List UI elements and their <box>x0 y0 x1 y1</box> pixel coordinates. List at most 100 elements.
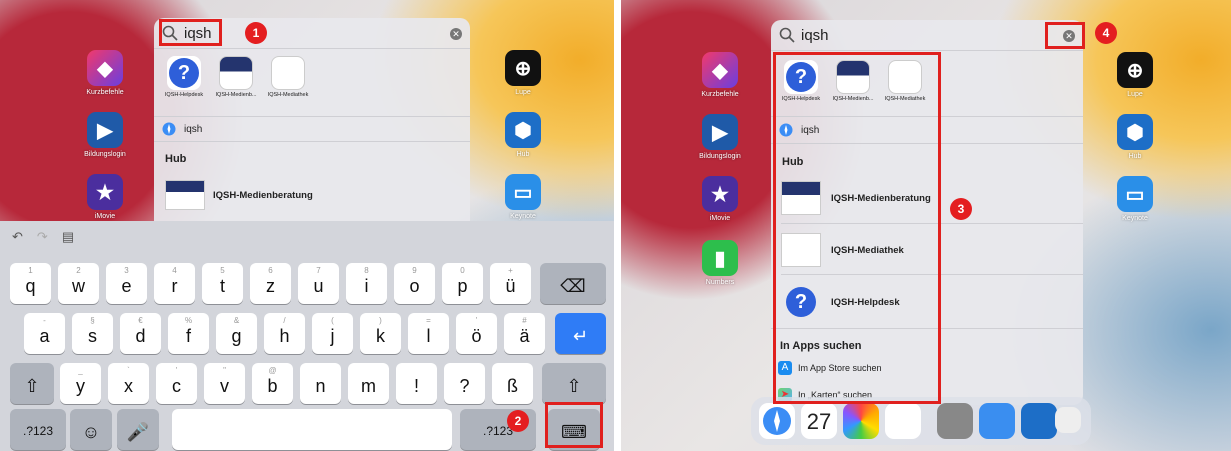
key-k[interactable]: ) k <box>360 313 401 354</box>
key-x[interactable]: ` x <box>108 363 149 404</box>
dock-calendar[interactable]: 27 <box>801 403 837 439</box>
app-label: iMovie <box>94 213 116 220</box>
app-lupe[interactable]: ⊕ Lupe <box>491 50 555 96</box>
app-label: Lupe <box>515 89 531 96</box>
app-kurzbefehle[interactable]: ◆ Kurzbefehle <box>73 50 137 96</box>
key-v[interactable]: " v <box>204 363 245 404</box>
app-kurzbefehle[interactable]: ◆ Kurzbefehle <box>688 52 752 98</box>
key-primary: v <box>220 376 229 396</box>
app-numbers[interactable]: ▮ Numbers <box>688 240 752 286</box>
space-key[interactable] <box>172 409 452 450</box>
result-medienberatung[interactable]: IQSH-Medienberatung <box>165 178 313 212</box>
emoji-icon[interactable]: ☺ <box>70 409 112 450</box>
key-e[interactable]: 3e <box>106 263 147 304</box>
dock-settings[interactable] <box>937 403 973 439</box>
shift-icon[interactable]: ⇧ <box>542 363 606 404</box>
mic-icon[interactable]: 🎤 <box>117 409 159 450</box>
key-ä[interactable]: # ä <box>504 313 545 354</box>
tile-mediathek[interactable]: IQSH-Mediathek <box>264 56 312 98</box>
emoji-icon-glyph: ☺ <box>81 422 101 442</box>
key-?[interactable]: ? <box>444 363 485 404</box>
magnifier-icon: ⊕ <box>505 50 541 86</box>
key-u[interactable]: 7u <box>298 263 339 304</box>
key-secondary: # <box>522 316 527 325</box>
app-label: Kurzbefehle <box>701 91 739 98</box>
key-c[interactable]: ' c <box>156 363 197 404</box>
safari-icon <box>763 407 791 435</box>
clear-icon[interactable]: ✕ <box>450 28 462 40</box>
key-secondary: ) <box>379 316 382 325</box>
key-w[interactable]: 2w <box>58 263 99 304</box>
key-i[interactable]: 8i <box>346 263 387 304</box>
key-o[interactable]: 9o <box>394 263 435 304</box>
safari-suggestion-label: iqsh <box>184 123 203 135</box>
helpdesk-icon: ? <box>167 56 201 90</box>
key-g[interactable]: & g <box>216 313 257 354</box>
key-j[interactable]: (j <box>312 313 353 354</box>
key-h[interactable]: / h <box>264 313 305 354</box>
app-keynote[interactable]: ▭ Keynote <box>1103 176 1167 222</box>
dock-files[interactable] <box>979 403 1015 439</box>
app-lupe[interactable]: ⊕ Lupe <box>1103 52 1167 98</box>
numbers-key-left[interactable]: .?123 <box>10 409 66 450</box>
app-hub[interactable]: ⬢ Hub <box>1103 114 1167 160</box>
shift-icon[interactable]: ⇧ <box>10 363 54 404</box>
key-y[interactable]: _ y <box>60 363 101 404</box>
result-label: IQSH-Medienberatung <box>213 189 313 201</box>
key-d[interactable]: € d <box>120 313 161 354</box>
divider <box>771 50 1083 51</box>
key-s[interactable]: § s <box>72 313 113 354</box>
key-l[interactable]: = l <box>408 313 449 354</box>
dock-app-library[interactable] <box>1055 407 1081 433</box>
dock-photos[interactable] <box>843 403 879 439</box>
key-primary: x <box>124 376 133 396</box>
key-t[interactable]: 5t <box>202 263 243 304</box>
key-![interactable]: ! <box>396 363 437 404</box>
return-icon[interactable]: ↵ <box>555 313 606 354</box>
key-z[interactable]: 6z <box>250 263 291 304</box>
redo-icon[interactable]: ↷ <box>37 229 48 245</box>
key-secondary: ' <box>175 366 178 375</box>
app-label: Bildungslogin <box>699 153 741 160</box>
step-badge-4: 4 <box>1095 22 1117 44</box>
key-primary: ü <box>505 276 516 296</box>
app-label: Kurzbefehle <box>86 89 124 96</box>
key-p[interactable]: 0p <box>442 263 483 304</box>
key-secondary: ' <box>475 316 478 325</box>
app-label: Hub <box>516 151 530 158</box>
dock-notes[interactable] <box>885 403 921 439</box>
key-primary: t <box>219 276 225 296</box>
key-m[interactable]: m <box>348 363 389 404</box>
key-r[interactable]: 4r <box>154 263 195 304</box>
undo-icon[interactable]: ↶ <box>12 229 23 245</box>
key-primary: b <box>267 376 278 396</box>
app-keynote[interactable]: ▭ Keynote <box>491 174 555 220</box>
keynote-icon: ▭ <box>1117 176 1153 212</box>
app-bildungslogin[interactable]: ▶ Bildungslogin <box>688 114 752 160</box>
search-input[interactable]: iqsh <box>801 27 829 44</box>
key-ß[interactable]: ß <box>492 363 533 404</box>
app-imovie[interactable]: ★ iMovie <box>73 174 137 220</box>
spotlight-search[interactable]: iqsh <box>779 20 1079 50</box>
hub-icon: ⬢ <box>505 112 541 148</box>
tile-helpdesk[interactable]: ? IQSH-Helpdesk <box>160 56 208 98</box>
dock-safari[interactable] <box>759 403 795 439</box>
key-q[interactable]: 1q <box>10 263 51 304</box>
key-b[interactable]: @ b <box>252 363 293 404</box>
safari-suggestion[interactable]: iqsh <box>162 119 202 139</box>
shift-icon-glyph: ⇧ <box>24 376 40 396</box>
app-hub[interactable]: ⬢ Hub <box>491 112 555 158</box>
tile-medienberatung[interactable]: IQSH-Medienb... <box>212 56 260 98</box>
app-imovie[interactable]: ★ iMovie <box>688 176 752 222</box>
clipboard-icon[interactable]: ▤ <box>62 229 74 245</box>
key-primary: q <box>25 276 36 296</box>
key-f[interactable]: % f <box>168 313 209 354</box>
key-ö[interactable]: ' ö <box>456 313 497 354</box>
app-bildungslogin[interactable]: ▶ Bildungslogin <box>73 112 137 158</box>
dock-hub[interactable] <box>1021 403 1057 439</box>
key-n[interactable]: n <box>300 363 341 404</box>
key-a[interactable]: -a <box>24 313 65 354</box>
key-ü[interactable]: + ü <box>490 263 531 304</box>
backspace-icon[interactable]: ⌫ <box>540 263 606 304</box>
step-badge-2: 2 <box>507 410 529 432</box>
